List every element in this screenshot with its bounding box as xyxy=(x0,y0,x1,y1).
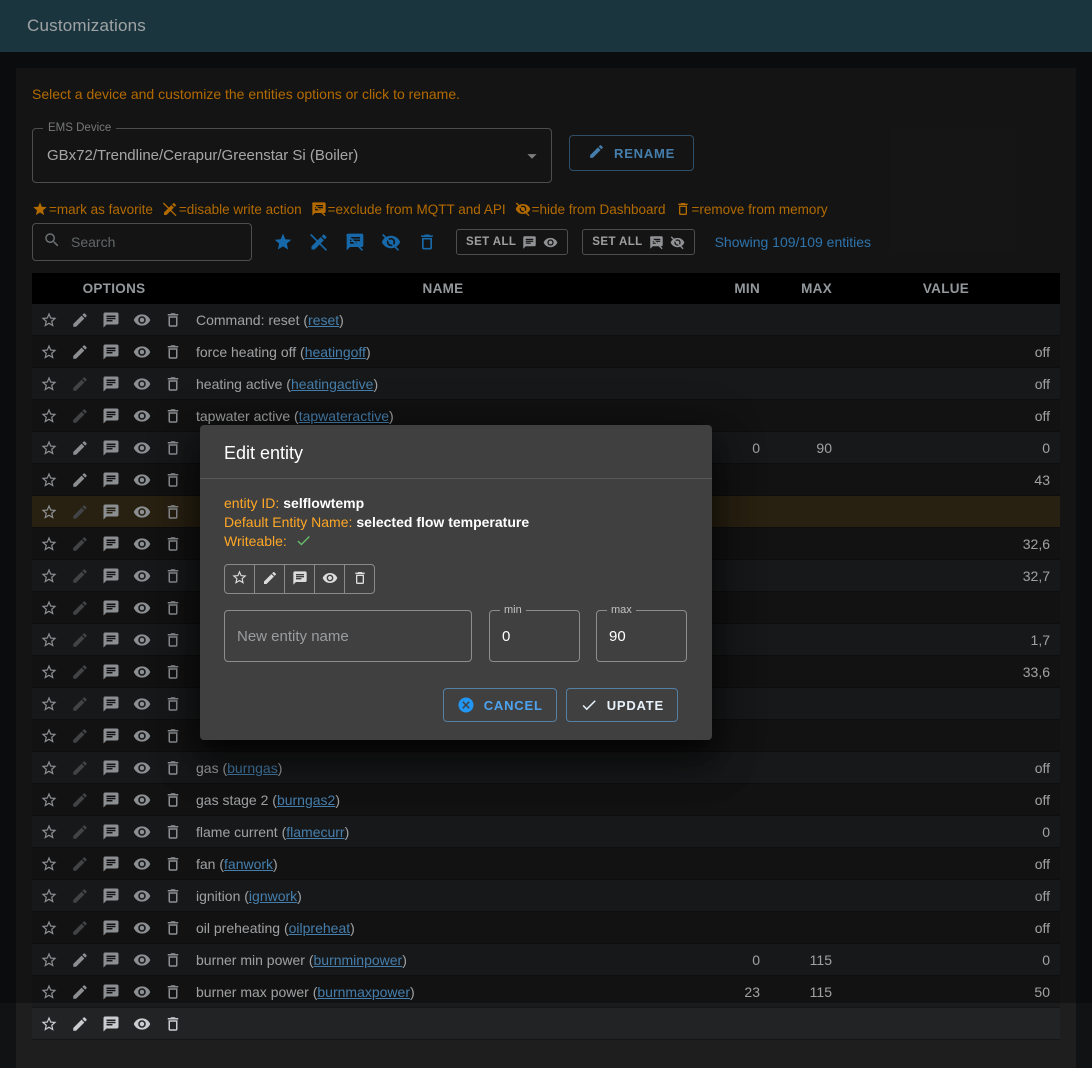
update-button-label: UPDATE xyxy=(607,698,664,713)
cancel-button[interactable]: CANCEL xyxy=(443,688,557,722)
favorite-icon[interactable] xyxy=(40,1015,58,1033)
mqtt-exclude-toggle[interactable] xyxy=(284,564,315,594)
delete-icon[interactable] xyxy=(164,1015,182,1033)
visibility-icon[interactable] xyxy=(133,1015,151,1033)
dialog-title: Edit entity xyxy=(200,425,712,478)
entity-id-line: entity ID:selflowtemp xyxy=(224,494,688,513)
edit-entity-dialog: Edit entity entity ID:selflowtemp Defaul… xyxy=(200,425,712,740)
visibility-toggle[interactable] xyxy=(314,564,345,594)
update-button[interactable]: UPDATE xyxy=(566,688,678,722)
max-field-label: max xyxy=(607,604,636,617)
default-name-line: Default Entity Name:selected flow temper… xyxy=(224,513,688,532)
writeable-line: Writeable: xyxy=(224,532,688,551)
delete-icon xyxy=(352,570,368,589)
min-field: min xyxy=(489,610,580,662)
min-input[interactable] xyxy=(490,611,579,661)
entity-id-label: entity ID: xyxy=(224,495,279,511)
visibility-icon xyxy=(322,570,338,589)
dialog-actions: CANCEL UPDATE xyxy=(224,688,688,722)
writeable-label: Writeable: xyxy=(224,533,287,549)
delete-toggle[interactable] xyxy=(344,564,375,594)
dialog-fields: min max xyxy=(224,610,688,662)
comments-icon xyxy=(292,570,308,589)
cancel-button-label: CANCEL xyxy=(484,698,543,713)
min-field-label: min xyxy=(500,604,526,617)
default-name-label: Default Entity Name: xyxy=(224,514,352,530)
table-row[interactable] xyxy=(32,1008,1060,1040)
max-input[interactable] xyxy=(597,611,686,661)
favorite-toggle[interactable] xyxy=(224,564,255,594)
write-toggle[interactable] xyxy=(254,564,285,594)
entity-id-value: selflowtemp xyxy=(283,495,364,511)
writeable-check-icon xyxy=(295,532,312,549)
default-name-value: selected flow temperature xyxy=(356,514,529,530)
star-icon xyxy=(231,569,248,589)
edit-icon xyxy=(262,570,278,589)
check-icon xyxy=(580,696,598,714)
edit-icon[interactable] xyxy=(71,1015,89,1033)
max-field: max xyxy=(596,610,687,662)
option-toggle-group xyxy=(224,564,375,594)
new-entity-name-input[interactable] xyxy=(225,611,471,661)
cancel-icon xyxy=(457,696,475,714)
mqtt-exclude-icon[interactable] xyxy=(102,1015,120,1033)
new-entity-name-field xyxy=(224,610,472,662)
